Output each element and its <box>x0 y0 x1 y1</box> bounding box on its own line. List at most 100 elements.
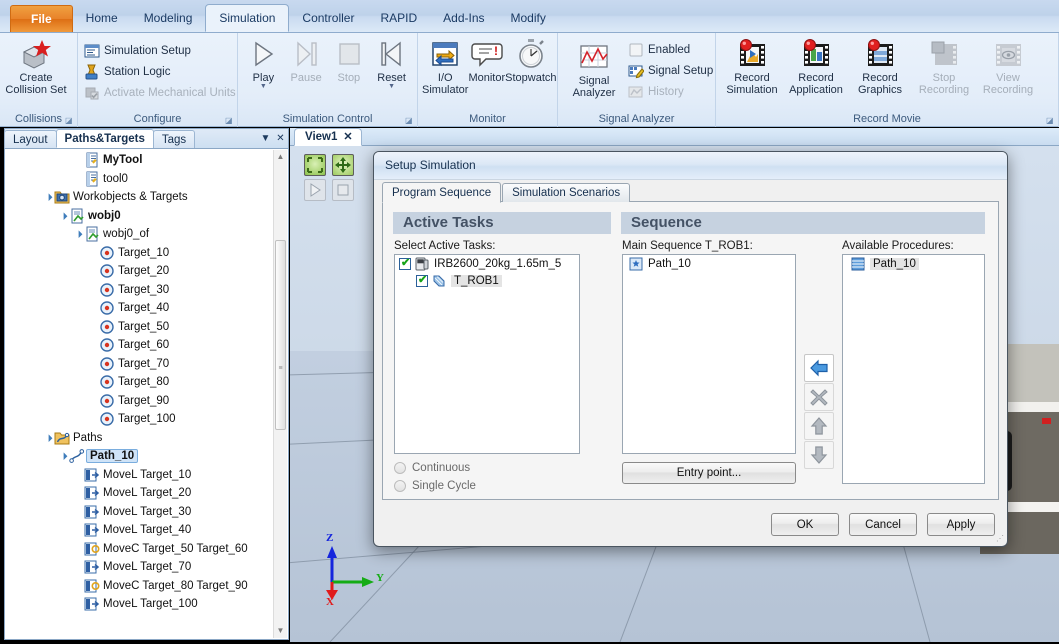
available-procedure-row[interactable]: Path_10 <box>843 255 984 272</box>
cancel-button[interactable]: Cancel <box>849 513 917 536</box>
ribbon-tab-add-ins[interactable]: Add-Ins <box>430 5 497 32</box>
ribbon-item-signal-setup[interactable]: Signal Setup <box>626 60 715 81</box>
tree-node[interactable]: MyTool <box>5 151 288 170</box>
ribbon-button-record-application[interactable]: Record Application <box>784 36 848 96</box>
active-task-row[interactable]: T_ROB1 <box>395 272 579 289</box>
history-icon <box>628 84 644 100</box>
ribbon-button-reset[interactable]: Reset ▼ <box>370 36 413 90</box>
scroll-up-arrow-icon[interactable]: ▲ <box>274 150 287 164</box>
tree-node-label: Workobjects & Targets <box>73 191 188 204</box>
ribbon-item-station-logic[interactable]: Station Logic <box>82 61 238 82</box>
tree-node[interactable]: ◢ Workobjects & Targets <box>5 188 288 207</box>
ribbon-dialog-launcher-icon[interactable]: ◪ <box>225 116 234 125</box>
ribbon-tab-modeling[interactable]: Modeling <box>131 5 206 32</box>
ribbon-button-play[interactable]: Play ▼ <box>242 36 285 90</box>
ribbon-item-simulation-setup[interactable]: Simulation Setup <box>82 40 238 61</box>
entry-point-button[interactable]: Entry point... <box>622 462 796 484</box>
dialog-tab-simulation-scenarios[interactable]: Simulation Scenarios <box>502 183 631 202</box>
dialog-resize-grip-icon[interactable]: ⋰ <box>996 534 1004 543</box>
tree-node[interactable]: Target_60 <box>5 336 288 355</box>
tree-node[interactable]: tool0 <box>5 170 288 189</box>
tree-node[interactable]: MoveL Target_20 <box>5 484 288 503</box>
tree-node[interactable]: Target_100 <box>5 410 288 429</box>
continuous-radio-row[interactable]: Continuous <box>394 462 470 475</box>
ribbon-group-configure: Simulation Setup Station Logic Activate Me… <box>78 33 238 127</box>
tree-node[interactable]: MoveL Target_100 <box>5 595 288 614</box>
tree-node[interactable]: ◢ wobj0 <box>5 207 288 226</box>
ribbon-tab-modify[interactable]: Modify <box>498 5 559 32</box>
ribbon-button-create-collision-set[interactable]: Create Collision Set <box>4 36 68 96</box>
scrollbar-thumb[interactable] <box>275 240 286 430</box>
task-checkbox[interactable] <box>416 273 428 287</box>
ribbon-button-signal-analyzer[interactable]: Signal Analyzer <box>562 39 626 99</box>
scroll-down-arrow-icon[interactable]: ▼ <box>274 624 287 638</box>
ribbon-button-i-o-simulator[interactable]: I/O Simulator <box>422 36 468 96</box>
target-icon <box>99 319 115 335</box>
main-sequence-row[interactable]: Path_10 <box>623 255 795 272</box>
tree-node[interactable]: Target_30 <box>5 281 288 300</box>
tree-node[interactable]: MoveL Target_40 <box>5 521 288 540</box>
tree-node[interactable]: Target_40 <box>5 299 288 318</box>
ribbon-dialog-launcher-icon[interactable]: ◪ <box>405 116 414 125</box>
apply-button[interactable]: Apply <box>927 513 995 536</box>
tree-node[interactable]: MoveL Target_10 <box>5 466 288 485</box>
ribbon-button-monitor[interactable]: ! Monitor <box>468 36 505 84</box>
tree-node[interactable]: MoveL Target_70 <box>5 558 288 577</box>
active-tasks-listbox[interactable]: IRB2600_20kg_1.65m_5 T_ROB1 <box>394 254 580 454</box>
chevron-down-icon[interactable]: ▼ <box>260 83 267 90</box>
signal-analyzer-icon <box>578 41 610 73</box>
single-cycle-radio-row[interactable]: Single Cycle <box>394 480 476 493</box>
task-checkbox[interactable] <box>399 256 411 270</box>
ribbon-item-history: History <box>626 81 715 102</box>
viewport-tab-view1[interactable]: View1 ✕ <box>294 128 362 146</box>
available-procedures-listbox[interactable]: Path_10 <box>842 254 985 484</box>
tree-node[interactable]: ◢ Path_10 <box>5 447 288 466</box>
main-sequence-listbox[interactable]: Path_10 <box>622 254 796 454</box>
viewport-tab-close-icon[interactable]: ✕ <box>343 131 352 143</box>
tree-node[interactable]: Target_70 <box>5 355 288 374</box>
browser-tab-layout[interactable]: Layout <box>4 130 57 148</box>
continuous-radio[interactable] <box>394 462 406 475</box>
tree-node-label: MoveL Target_70 <box>103 561 192 574</box>
ribbon-tab-rapid[interactable]: RAPID <box>367 5 430 32</box>
tree-node[interactable]: MoveC Target_80 Target_90 <box>5 577 288 596</box>
ribbon-tab-file[interactable]: File <box>10 5 73 32</box>
move-left-button[interactable] <box>804 354 834 382</box>
dialog-tab-program-sequence[interactable]: Program Sequence <box>382 182 502 203</box>
axis-label-z: Z <box>326 532 334 544</box>
tree-node[interactable]: Target_50 <box>5 318 288 337</box>
tree-node[interactable]: ◢ wobj0_of <box>5 225 288 244</box>
paths-and-targets-tree[interactable]: MyTool tool0 ◢ Workobjects & Targets ◢ wobj0 ◢… <box>5 149 288 639</box>
ribbon-tab-simulation[interactable]: Simulation <box>205 4 290 32</box>
chevron-down-icon[interactable]: ▼ <box>258 130 273 148</box>
dialog-titlebar[interactable]: Setup Simulation <box>374 152 1007 180</box>
ribbon-button-stopwatch[interactable]: Stopwatch <box>505 36 557 84</box>
tree-node[interactable]: Target_80 <box>5 373 288 392</box>
ribbon-item-enabled[interactable]: Enabled <box>626 39 715 60</box>
target-icon <box>99 356 115 372</box>
ribbon-button-record-graphics[interactable]: Record Graphics <box>848 36 912 96</box>
tree-node[interactable]: Target_90 <box>5 392 288 411</box>
tree-node[interactable]: MoveL Target_30 <box>5 503 288 522</box>
zoom-all-icon[interactable] <box>332 154 355 176</box>
browser-tab-paths-targets[interactable]: Paths&Targets <box>55 129 154 148</box>
ribbon-tab-controller[interactable]: Controller <box>289 5 367 32</box>
ribbon-dialog-launcher-icon[interactable]: ◪ <box>65 116 74 125</box>
tree-node[interactable]: ◢ Paths <box>5 429 288 448</box>
chevron-down-icon[interactable]: ▼ <box>388 83 395 90</box>
tree-node-label: MyTool <box>103 154 143 167</box>
single-cycle-radio[interactable] <box>394 480 406 493</box>
ribbon-dialog-launcher-icon[interactable]: ◪ <box>1046 116 1055 125</box>
active-task-row[interactable]: IRB2600_20kg_1.65m_5 <box>395 255 579 272</box>
ribbon: Create Collision Set Collisions ◪ Simulation… <box>0 33 1059 127</box>
tree-scrollbar[interactable]: ▲ ≡ ▼ <box>273 150 287 638</box>
ribbon-tab-home[interactable]: Home <box>73 5 131 32</box>
tree-node[interactable]: Target_10 <box>5 244 288 263</box>
tree-node[interactable]: Target_20 <box>5 262 288 281</box>
browser-tab-tags[interactable]: Tags <box>152 130 196 148</box>
show-selected-icon[interactable] <box>304 154 326 176</box>
ribbon-button-record-simulation[interactable]: Record Simulation <box>720 36 784 96</box>
ok-button[interactable]: OK <box>771 513 839 536</box>
tree-node[interactable]: MoveC Target_50 Target_60 <box>5 540 288 559</box>
close-icon[interactable]: ✕ <box>273 130 288 148</box>
